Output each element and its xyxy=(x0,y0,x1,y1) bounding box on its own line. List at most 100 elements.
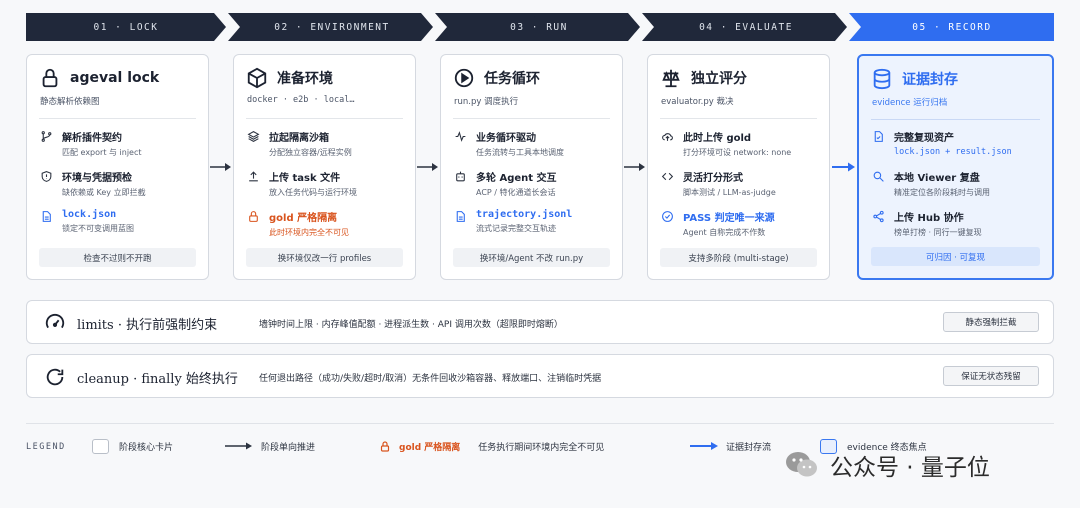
stage-label-evaluate: 04 · EVALUATE xyxy=(699,21,793,33)
card-footer: 换环境/Agent 不改 run.py xyxy=(453,248,610,267)
arrow-right-icon xyxy=(225,442,252,450)
item-title: lock.json xyxy=(62,209,117,220)
divider xyxy=(871,119,1040,120)
card-item: 多轮 Agent 交互 ACP / 特化通道长会话 xyxy=(454,169,616,199)
card-lock: ageval lock 静态解析依赖图 解析插件契约 匹配 export 与 in… xyxy=(26,54,209,280)
card-title: 证据封存 xyxy=(902,72,958,88)
legend-gold: gold 严格隔离 任务执行期间环境内完全不可见 xyxy=(379,436,604,456)
legend-gold-label: gold 严格隔离 xyxy=(399,442,461,453)
card-subtitle: docker · e2b · local… xyxy=(247,95,355,105)
cube-icon xyxy=(247,67,267,89)
database-icon xyxy=(873,68,891,90)
card-item: 上传 Hub 协作 榜单打榜 · 同行一键复现 xyxy=(872,209,1046,239)
item-desc: 锁定不可变调用蓝图 xyxy=(62,224,134,233)
evidence-arrow-icon xyxy=(832,162,855,172)
gauge-icon xyxy=(45,313,65,329)
card-item: 上传 task 文件放入任务代码与运行环境 xyxy=(247,169,409,199)
card-subtitle: run.py 调度执行 xyxy=(454,97,519,107)
file-check-icon xyxy=(874,131,883,142)
item-title: 拉起隔离沙箱 xyxy=(269,133,329,144)
play-icon xyxy=(454,68,474,88)
share-icon xyxy=(873,210,884,223)
watermark-text: 公众号 · 量子位 xyxy=(830,455,990,481)
card-item: 此时上传 gold 打分环境可设 network: none xyxy=(661,129,823,159)
card-subtitle: 静态解析依赖图 xyxy=(40,97,100,107)
legend-arrow-label: 阶段单向推进 xyxy=(261,442,316,453)
static-enforce-button[interactable]: 静态强制拦截 xyxy=(943,312,1039,332)
bar-title: limits · 执行前强制约束 xyxy=(77,318,218,333)
item-desc: 缺依赖或 Key 立即拦截 xyxy=(62,188,146,197)
stage-label-environment: 02 · ENVIRONMENT xyxy=(274,21,390,33)
card-item: 本地 Viewer 复盘 精准定位各阶段耗时与调用 xyxy=(872,169,1046,199)
git-branch-icon xyxy=(41,131,52,142)
refresh-icon xyxy=(46,368,64,386)
card-item: 灵活打分形式 脚本测试 / LLM-as-judge xyxy=(661,169,823,199)
item-desc: 任务流转与工具本地调度 xyxy=(476,148,564,157)
item-desc: 匹配 export 与 inject xyxy=(62,148,142,157)
search-icon xyxy=(873,171,884,182)
item-title: 本地 Viewer 复盘 xyxy=(894,173,980,184)
legend-gold-desc: 任务执行期间环境内完全不可见 xyxy=(478,442,605,453)
upload-icon xyxy=(249,171,258,182)
card-subtitle: evaluator.py 裁决 xyxy=(661,97,734,107)
divider xyxy=(246,118,403,119)
divider xyxy=(26,423,1054,424)
item-title: 解析插件契约 xyxy=(62,133,122,144)
code-icon xyxy=(661,172,674,181)
card-environment: 准备环境 docker · e2b · local… 拉起隔离沙箱分配独立容器/… xyxy=(233,54,416,280)
item-title: 上传 task 文件 xyxy=(269,173,341,184)
item-desc: 榜单打榜 · 同行一键复现 xyxy=(894,228,982,237)
item-desc: 放入任务代码与运行环境 xyxy=(269,188,357,197)
card-run: 任务循环 run.py 调度执行 业务循环驱动任务流转与工具本地调度 多轮 Ag… xyxy=(440,54,623,280)
wechat-icon xyxy=(786,452,817,477)
card-footer: 支持多阶段 (multi-stage) xyxy=(660,248,817,267)
card-evaluate: 独立评分 evaluator.py 裁决 此时上传 gold 打分环境可设 net… xyxy=(647,54,830,280)
legend-evidence-flow-label: 证据封存流 xyxy=(726,442,772,453)
card-item: 业务循环驱动任务流转与工具本地调度 xyxy=(454,129,616,159)
stage-banner: 01 · LOCK 02 · ENVIRONMENT 03 · RUN 04 ·… xyxy=(26,13,1054,41)
item-desc: lock.json + result.json xyxy=(894,147,1012,157)
flow-arrow-icon xyxy=(210,163,231,171)
bar-desc: 墙钟时间上限 · 内存峰值配额 · 进程派生数 · API 调用次数（超限即时熔… xyxy=(259,320,563,330)
flow-arrow-icon xyxy=(624,163,645,171)
item-title: PASS 判定唯一来源 xyxy=(683,213,775,224)
item-desc: 分配独立容器/远程实例 xyxy=(269,148,352,157)
lock-warn-icon xyxy=(249,211,258,222)
card-title: 准备环境 xyxy=(277,71,333,87)
scale-icon xyxy=(662,69,680,88)
item-desc: 打分环境可设 network: none xyxy=(683,148,792,157)
divider xyxy=(660,118,817,119)
legend-card: 阶段核心卡片 xyxy=(92,436,173,456)
card-footer: 检查不过则不开跑 xyxy=(39,248,196,267)
evidence-arrow-icon xyxy=(690,442,718,450)
card-item: 解析插件契约匹配 export 与 inject xyxy=(40,129,202,159)
item-desc: 流式记录完整交互轨迹 xyxy=(476,224,556,233)
cloud-upload-icon xyxy=(662,133,673,141)
layers-icon xyxy=(247,131,260,142)
item-desc: Agent 自称完成不作数 xyxy=(683,228,766,237)
legend-card-label: 阶段核心卡片 xyxy=(119,442,174,453)
item-title: 完整复现资产 xyxy=(894,133,954,144)
agent-icon xyxy=(456,171,465,182)
card-item: lock.json 锁定不可变调用蓝图 xyxy=(40,209,202,239)
card-title: 任务循环 xyxy=(484,71,540,87)
item-title: 此时上传 gold xyxy=(683,133,752,144)
card-item: 环境与凭据预检缺依赖或 Key 立即拦截 xyxy=(40,169,202,199)
legend-arrow: 阶段单向推进 xyxy=(225,436,315,456)
file-icon xyxy=(456,211,465,222)
card-item: 完整复现资产 lock.json + result.json xyxy=(872,129,1046,159)
no-residual-state-button[interactable]: 保证无状态残留 xyxy=(943,366,1039,386)
card-item: 拉起隔离沙箱分配独立容器/远程实例 xyxy=(247,129,409,159)
item-title: gold 严格隔离 xyxy=(269,213,338,224)
item-title: 环境与凭据预检 xyxy=(62,173,132,184)
card-item: PASS 判定唯一来源 Agent 自称完成不作数 xyxy=(661,209,823,239)
flow-arrow-icon xyxy=(417,163,438,171)
stage-label-lock: 01 · LOCK xyxy=(93,21,159,33)
card-footer: 可归因 · 可复现 xyxy=(871,247,1040,266)
bar-desc: 任何退出路径（成功/失败/超时/取消）无条件回收沙箱容器、释放端口、注销临时凭据 xyxy=(259,374,602,384)
item-title: 业务循环驱动 xyxy=(476,133,536,144)
limits-bar: limits · 执行前强制约束 墙钟时间上限 · 内存峰值配额 · 进程派生数… xyxy=(26,300,1054,344)
card-item: trajectory.jsonl 流式记录完整交互轨迹 xyxy=(454,209,616,239)
divider xyxy=(39,118,196,119)
cleanup-bar: cleanup · finally 始终执行 任何退出路径（成功/失败/超时/取… xyxy=(26,354,1054,398)
